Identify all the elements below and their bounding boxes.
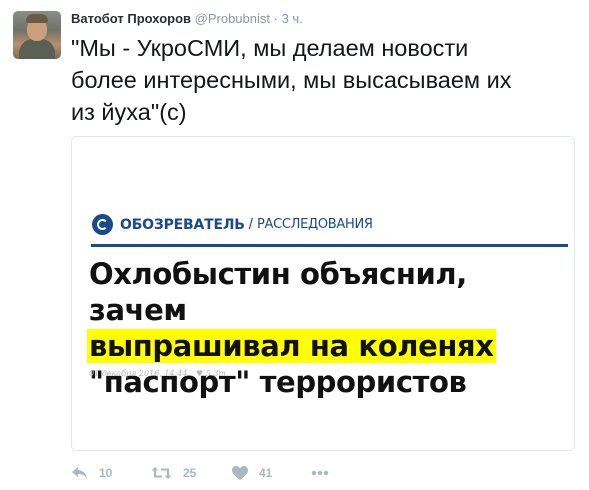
outlet-section: РАССЛЕДОВАНИЯ [256, 217, 373, 232]
tweet-text: "Мы - УкроСМИ, мы делаем новости более и… [71, 35, 512, 125]
avatar[interactable] [13, 11, 61, 59]
masthead-rule [91, 244, 568, 247]
separator-dot: · [273, 11, 278, 26]
headline-line-1: Охлобыстин объяснил, зачем [89, 257, 467, 327]
more-button[interactable] [311, 470, 329, 476]
article-views: 5.3т [205, 369, 226, 378]
headline-line-2-highlighted: выпрашивал на коленях [87, 329, 496, 363]
outlet-logo-icon [92, 214, 113, 235]
timestamp[interactable]: 3 ч. [282, 11, 303, 26]
reply-button[interactable]: 10 [71, 466, 151, 480]
masthead-slash: / [248, 216, 253, 233]
outlet-masthead: ОБОЗРЕВАТЕЛЬ / РАССЛЕДОВАНИЯ [92, 214, 373, 235]
author-handle[interactable]: @Probubnist [195, 11, 270, 26]
views-heart-icon: ♥ [195, 369, 204, 378]
article-headline: Охлобыстин объяснил, зачем выпрашивал на… [87, 256, 569, 400]
reply-count: 10 [99, 466, 113, 480]
tweet-header: Ватобот Прохоров @Probubnist · 3 ч. [71, 11, 303, 27]
outlet-name: ОБОЗРЕВАТЕЛЬ [120, 216, 245, 233]
like-button[interactable]: 41 [231, 465, 311, 481]
retweet-icon [151, 466, 173, 480]
article-date: 01 декабря 2016, 14:44 [89, 369, 188, 378]
retweet-button[interactable]: 25 [151, 466, 231, 480]
author-name[interactable]: Ватобот Прохоров [71, 11, 191, 26]
media-image-card[interactable]: ОБОЗРЕВАТЕЛЬ / РАССЛЕДОВАНИЯ Охлобыстин … [71, 136, 575, 451]
like-count: 41 [259, 466, 273, 480]
article-dateline: 01 декабря 2016, 14:44 ♥ 5.3т [89, 369, 226, 378]
reply-icon [71, 466, 89, 480]
tweet-actions: 10 25 41 [71, 463, 329, 483]
more-dots-icon [311, 470, 329, 476]
heart-icon [231, 465, 249, 481]
retweet-count: 25 [183, 466, 197, 480]
